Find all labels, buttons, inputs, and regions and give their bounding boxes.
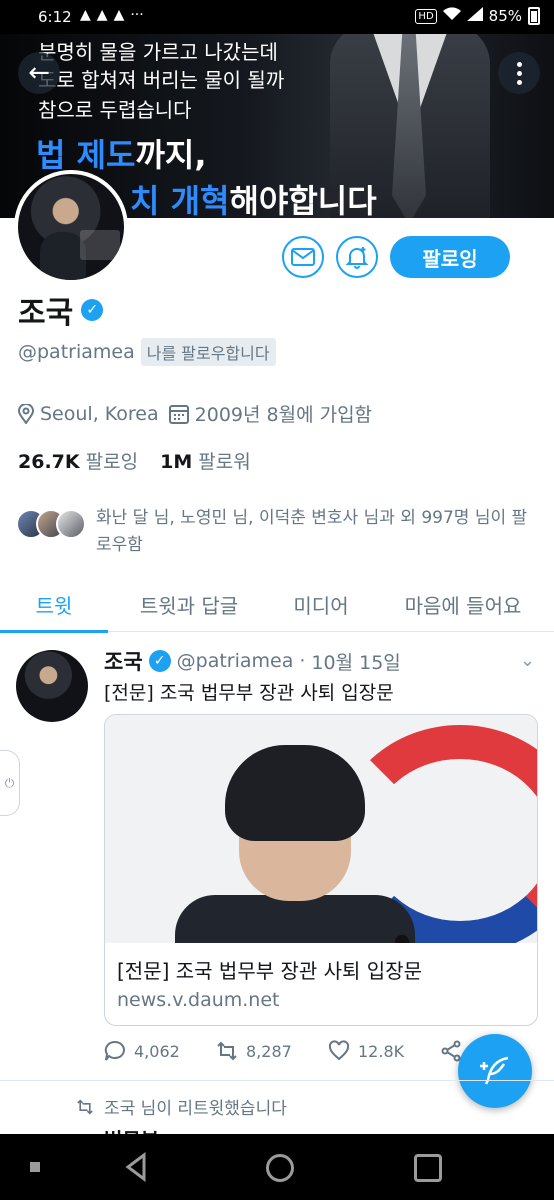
tweet-date: 10월 15일: [311, 651, 401, 674]
profile-handle-row: @patriamea 나를 팔로우합니다: [18, 338, 276, 366]
tab-media[interactable]: 미디어: [270, 576, 372, 632]
retweet-notice: 조국 님이 리트윗했습니다: [76, 1094, 287, 1119]
followers-count: 1M: [160, 451, 193, 473]
banner-line-1: 분명히 물을 가르고 나갔는데: [38, 40, 278, 64]
banner-line-3: 참으로 두렵습니다: [38, 98, 192, 122]
banner-headline-2-rest: 해야합니다: [229, 182, 377, 218]
battery-percent: 85%: [488, 7, 522, 25]
following-count: 26.7K: [18, 451, 80, 473]
warning-icon: ▲: [96, 7, 108, 23]
verified-badge-icon: ✓: [81, 299, 104, 321]
system-nav-bar: [0, 1134, 554, 1200]
tweet-author-avatar[interactable]: [16, 650, 88, 722]
reply-icon: [104, 1040, 125, 1061]
profile-avatar[interactable]: [14, 170, 128, 284]
retweet-notice-text: 조국 님이 리트윗했습니다: [104, 1099, 287, 1119]
bell-plus-icon: [345, 247, 369, 269]
signal-icon: [466, 7, 483, 25]
tweet-author-handle[interactable]: @patriamea: [177, 650, 294, 672]
more-options-button[interactable]: [498, 52, 540, 94]
banner-headline-2-highlight: 치 개혁: [130, 182, 230, 218]
tweet-dot-separator: ·: [299, 650, 306, 672]
chevron-down-icon[interactable]: ⌄: [520, 650, 535, 671]
power-icon: ⏻: [4, 775, 15, 790]
follows-you-badge: 나를 팔로우합니다: [140, 338, 276, 366]
link-card-image: [105, 715, 537, 943]
shield-icon: ▲: [113, 7, 125, 23]
retweet-icon: [77, 1098, 93, 1115]
notifications-button[interactable]: [336, 236, 378, 278]
like-button[interactable]: 12.8K: [328, 1040, 440, 1062]
profile-location: Seoul, Korea: [40, 402, 159, 425]
banner-headline-1: 법 제도까지,: [36, 130, 207, 176]
status-bar: 6:12 ▲ ▲ ▲ ··· HD 85%: [0, 0, 554, 34]
banner-headline-1-highlight: 법 제도: [36, 136, 136, 174]
tab-tweets-and-replies[interactable]: 트윗과 답글: [108, 576, 270, 632]
following-stat[interactable]: 26.7K 팔로잉: [18, 447, 138, 474]
tab-tweets[interactable]: 트윗: [0, 576, 108, 633]
heart-icon: [328, 1040, 350, 1061]
compose-tweet-button[interactable]: [458, 1034, 532, 1108]
profile-name: 조국: [18, 296, 74, 331]
tweet-author-name[interactable]: 조국: [104, 646, 143, 676]
nav-dot-icon: [30, 1162, 40, 1172]
nav-home-button[interactable]: [266, 1154, 294, 1182]
profile-meta: Seoul, Korea 2009년 8월에 가입함: [18, 400, 372, 427]
compose-feather-icon: [480, 1056, 509, 1085]
notification-icons: ▲ ▲ ▲ ···: [80, 7, 144, 23]
tab-likes[interactable]: 마음에 들어요: [372, 576, 554, 632]
tweet-actions: 4,062 8,287 12.8K: [104, 1040, 480, 1062]
reply-count: 4,062: [134, 1041, 180, 1061]
back-button[interactable]: ←: [18, 52, 60, 94]
retweet-button[interactable]: 8,287: [216, 1040, 328, 1062]
warning-icon: ▲: [80, 7, 91, 23]
like-count: 12.8K: [358, 1041, 405, 1061]
reply-button[interactable]: 4,062: [104, 1040, 216, 1062]
profile-handle: @patriamea: [18, 341, 135, 363]
more-vertical-icon: [516, 61, 522, 85]
followed-by-text: 화난 달 님, 노영민 님, 이덕춘 변호사 님과 외 997명 님이 팔로우함: [96, 508, 528, 555]
nav-recents-button[interactable]: [414, 1154, 442, 1182]
link-card-url: news.v.daum.net: [117, 989, 280, 1011]
nav-back-button[interactable]: [122, 1152, 152, 1182]
link-card-title: [전문] 조국 법무부 장관 사퇴 입장문: [117, 959, 422, 983]
followed-by-row[interactable]: 화난 달 님, 노영민 님, 이덕춘 변호사 님과 외 997명 님이 팔로우함: [16, 505, 536, 559]
tweet-header: 조국 ✓ @patriamea · 10월 15일: [104, 646, 401, 676]
verified-badge-icon: ✓: [148, 650, 171, 672]
banner-line-2: 도로 합쳐져 버리는 물이 될까: [38, 68, 285, 92]
arrow-left-icon: ←: [28, 58, 50, 88]
profile-name-row: 조국 ✓: [18, 288, 104, 332]
status-time: 6:12: [38, 8, 72, 26]
more-notifications-icon: ···: [130, 7, 144, 23]
banner-headline-2: 치 개혁해야합니다: [130, 176, 377, 218]
following-label: 팔로잉: [85, 451, 139, 473]
followers-label: 팔로워: [198, 451, 251, 473]
wifi-icon: [442, 7, 461, 25]
location-pin-icon: [18, 403, 34, 424]
battery-icon: [528, 7, 540, 25]
tweet-divider: [0, 1080, 554, 1081]
followers-stat[interactable]: 1M 팔로워: [160, 447, 251, 474]
follow-stats: 26.7K 팔로잉 1M 팔로워: [18, 447, 251, 474]
profile-joined-date: 2009년 8월에 가입함: [194, 404, 373, 426]
link-card[interactable]: [전문] 조국 법무부 장관 사퇴 입장문 news.v.daum.net: [104, 714, 538, 1026]
tweet-text: [전문] 조국 법무부 장관 사퇴 입장문: [104, 682, 394, 704]
following-button[interactable]: 팔로잉: [390, 236, 510, 278]
hd-voice-icon: HD: [415, 8, 437, 24]
envelope-icon: [291, 248, 315, 266]
retweet-count: 8,287: [246, 1041, 292, 1061]
avatar: [56, 509, 86, 539]
share-icon: [441, 1040, 461, 1062]
edge-panel-handle[interactable]: ⏻: [0, 750, 20, 816]
calendar-icon: [168, 404, 189, 424]
message-button[interactable]: [282, 236, 324, 278]
banner-headline-1-rest: 까지,: [135, 136, 207, 174]
profile-tabs: 트윗 트윗과 답글 미디어 마음에 들어요: [0, 576, 554, 633]
retweet-icon: [217, 1041, 237, 1061]
followed-by-avatars: [16, 505, 86, 541]
